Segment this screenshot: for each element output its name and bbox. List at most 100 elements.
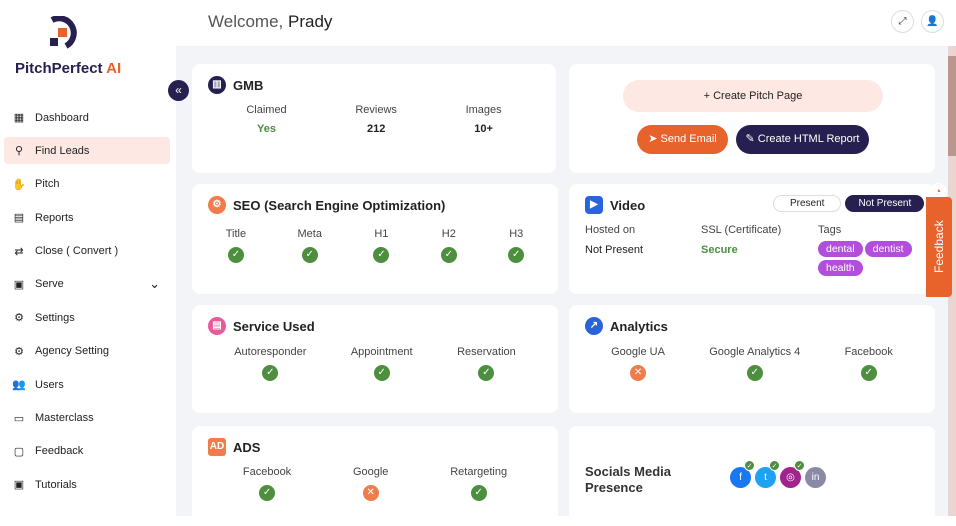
linkedin-icon[interactable]: in bbox=[805, 467, 826, 488]
ads-facebook: Facebook ✓ bbox=[243, 466, 291, 501]
sidebar-item-label: Tutorials bbox=[35, 478, 77, 491]
not-present-toggle[interactable]: Not Present bbox=[845, 195, 925, 212]
card-title: GMB bbox=[233, 77, 264, 93]
sidebar-item-agency-setting[interactable]: ⚙ Agency Setting bbox=[4, 338, 170, 365]
fullscreen-button[interactable]: ⤢ bbox=[891, 10, 914, 33]
analytics-google-ua: Google UA ✕ bbox=[611, 346, 665, 381]
search-icon: ⚲ bbox=[14, 145, 24, 158]
chevron-down-icon[interactable]: ⌄ bbox=[149, 276, 160, 292]
present-toggle[interactable]: Present bbox=[773, 195, 842, 212]
monitor-icon: ▭ bbox=[13, 412, 25, 425]
socials-title: Socials Media Presence bbox=[585, 464, 671, 495]
sidebar: PitchPerfect AI ▦ Dashboard ⚲ Find Leads ✋… bbox=[0, 0, 176, 516]
actions-card: + Create Pitch Page ➤ Send Email ✎ Creat… bbox=[569, 64, 935, 173]
check-icon: ✓ bbox=[373, 365, 390, 381]
card-title: Analytics bbox=[610, 318, 668, 334]
check-icon: ✓ bbox=[262, 365, 279, 381]
seo-h3: H3 ✓ bbox=[508, 228, 525, 263]
tag: dental bbox=[818, 241, 863, 257]
sidebar-item-tutorials[interactable]: ▣ Tutorials bbox=[4, 471, 170, 498]
check-icon: ✓ bbox=[470, 485, 487, 501]
cross-icon: ✕ bbox=[630, 365, 647, 381]
document-icon: ▤ bbox=[208, 317, 226, 335]
sidebar-item-reports[interactable]: ▤ Reports bbox=[4, 204, 170, 231]
ads-icon: AD bbox=[208, 438, 226, 456]
brand-name: PitchPerfect AI bbox=[15, 60, 122, 77]
sidebar-item-pitch[interactable]: ✋ Pitch bbox=[4, 171, 170, 198]
facebook-icon[interactable]: f ✓ bbox=[730, 460, 755, 488]
card-title: ADS bbox=[233, 439, 261, 455]
sidebar-item-masterclass[interactable]: ▭ Masterclass bbox=[4, 405, 170, 432]
profile-button[interactable]: 👤 bbox=[921, 10, 944, 33]
hand-icon: ✋ bbox=[12, 178, 26, 191]
instagram-icon[interactable]: ◎ ✓ bbox=[780, 460, 805, 488]
analytics-ga4: Google Analytics 4 ✓ bbox=[709, 346, 800, 381]
card-title: Service Used bbox=[233, 318, 315, 334]
check-icon: ✓ bbox=[478, 365, 495, 381]
sidebar-item-users[interactable]: 👥 Users bbox=[4, 371, 170, 398]
sidebar-item-label: Close ( Convert ) bbox=[35, 245, 119, 258]
sidebar-item-find-leads[interactable]: ⚲ Find Leads bbox=[4, 137, 170, 165]
create-html-report-button[interactable]: ✎ Create HTML Report bbox=[736, 125, 869, 154]
sidebar-item-label: Serve bbox=[35, 278, 64, 291]
service-appointment: Appointment ✓ bbox=[351, 346, 413, 381]
gmb-card: ▥ GMB Claimed Yes Reviews 212 Images 10+ bbox=[192, 64, 556, 173]
sidebar-item-dashboard[interactable]: ▦ Dashboard bbox=[4, 104, 170, 131]
ads-card: AD ADS Facebook ✓ Google ✕ Retargeting ✓ bbox=[192, 426, 558, 526]
header: Welcome, Prady ⤢ 👤 bbox=[176, 0, 956, 46]
check-icon: ✓ bbox=[259, 485, 276, 501]
ads-retargeting: Retargeting ✓ bbox=[450, 466, 507, 501]
analytics-card: ↗ Analytics Google UA ✕ Google Analytics 4… bbox=[569, 305, 935, 413]
sidebar-item-label: Agency Setting bbox=[35, 345, 109, 358]
sidebar-nav: ▦ Dashboard ⚲ Find Leads ✋ Pitch ▤ Reports ⇄… bbox=[4, 104, 170, 505]
sidebar-item-label: Feedback bbox=[35, 445, 84, 458]
sidebar-item-label: Find Leads bbox=[35, 144, 90, 157]
seo-title: Title ✓ bbox=[226, 228, 246, 263]
check-icon: ✓ bbox=[373, 247, 390, 263]
analytics-facebook: Facebook ✓ bbox=[845, 346, 893, 381]
gmb-claimed: Claimed Yes bbox=[246, 104, 287, 135]
users-icon: 👥 bbox=[12, 379, 26, 392]
check-icon: ✓ bbox=[440, 247, 457, 263]
sidebar-item-label: Settings bbox=[35, 311, 75, 324]
gears-icon: ⚙ bbox=[14, 345, 24, 358]
sidebar-item-feedback[interactable]: ▢ Feedback bbox=[4, 438, 170, 465]
swap-icon: ⇄ bbox=[14, 245, 24, 258]
seo-meta: Meta ✓ bbox=[298, 228, 322, 263]
video-icon: ▣ bbox=[13, 479, 25, 492]
seo-icon: ⚙ bbox=[208, 196, 226, 214]
sidebar-item-close[interactable]: ⇄ Close ( Convert ) bbox=[4, 238, 170, 265]
sidebar-item-serve[interactable]: ▣ Serve ⌄ bbox=[4, 271, 170, 298]
sidebar-item-label: Dashboard bbox=[35, 111, 89, 124]
tag: health bbox=[818, 260, 863, 276]
feedback-tab[interactable]: Feedback bbox=[926, 197, 952, 297]
seo-card: ⚙ SEO (Search Engine Optimization) Title ✓… bbox=[192, 184, 558, 294]
card-title: Video bbox=[610, 197, 646, 213]
service-used-card: ▤ Service Used Autoresponder ✓ Appointment… bbox=[192, 305, 558, 413]
gear-icon: ⚙ bbox=[14, 312, 24, 325]
twitter-icon[interactable]: t ✓ bbox=[755, 460, 780, 488]
tag: dentist bbox=[864, 241, 912, 257]
send-email-button[interactable]: ➤ Send Email bbox=[637, 125, 728, 154]
seo-h1: H1 ✓ bbox=[373, 228, 390, 263]
collapse-sidebar-button[interactable]: « bbox=[168, 80, 189, 101]
video-icon: ▶ bbox=[585, 196, 603, 214]
sidebar-item-settings[interactable]: ⚙ Settings bbox=[4, 304, 170, 331]
grid-icon: ▦ bbox=[13, 112, 25, 124]
hosted-on: Hosted on Not Present bbox=[585, 224, 644, 256]
serve-icon: ▣ bbox=[13, 278, 25, 291]
sidebar-item-label: Users bbox=[35, 378, 64, 391]
edit-icon: ✎ bbox=[745, 133, 755, 145]
cross-icon: ✕ bbox=[362, 485, 379, 501]
create-pitch-page-button[interactable]: + Create Pitch Page bbox=[623, 80, 883, 112]
logo-icon bbox=[50, 16, 77, 49]
check-icon: ✓ bbox=[301, 247, 318, 263]
send-icon: ➤ bbox=[648, 133, 658, 145]
check-icon: ✓ bbox=[508, 247, 525, 263]
sidebar-item-label: Pitch bbox=[35, 178, 60, 191]
video-card: ▶ Video Present Not Present Hosted on Not … bbox=[569, 184, 935, 294]
gmb-images: Images 10+ bbox=[465, 104, 502, 135]
card-title: SEO (Search Engine Optimization) bbox=[233, 197, 446, 213]
store-icon: ▥ bbox=[208, 76, 226, 94]
document-icon: ▤ bbox=[13, 212, 25, 225]
